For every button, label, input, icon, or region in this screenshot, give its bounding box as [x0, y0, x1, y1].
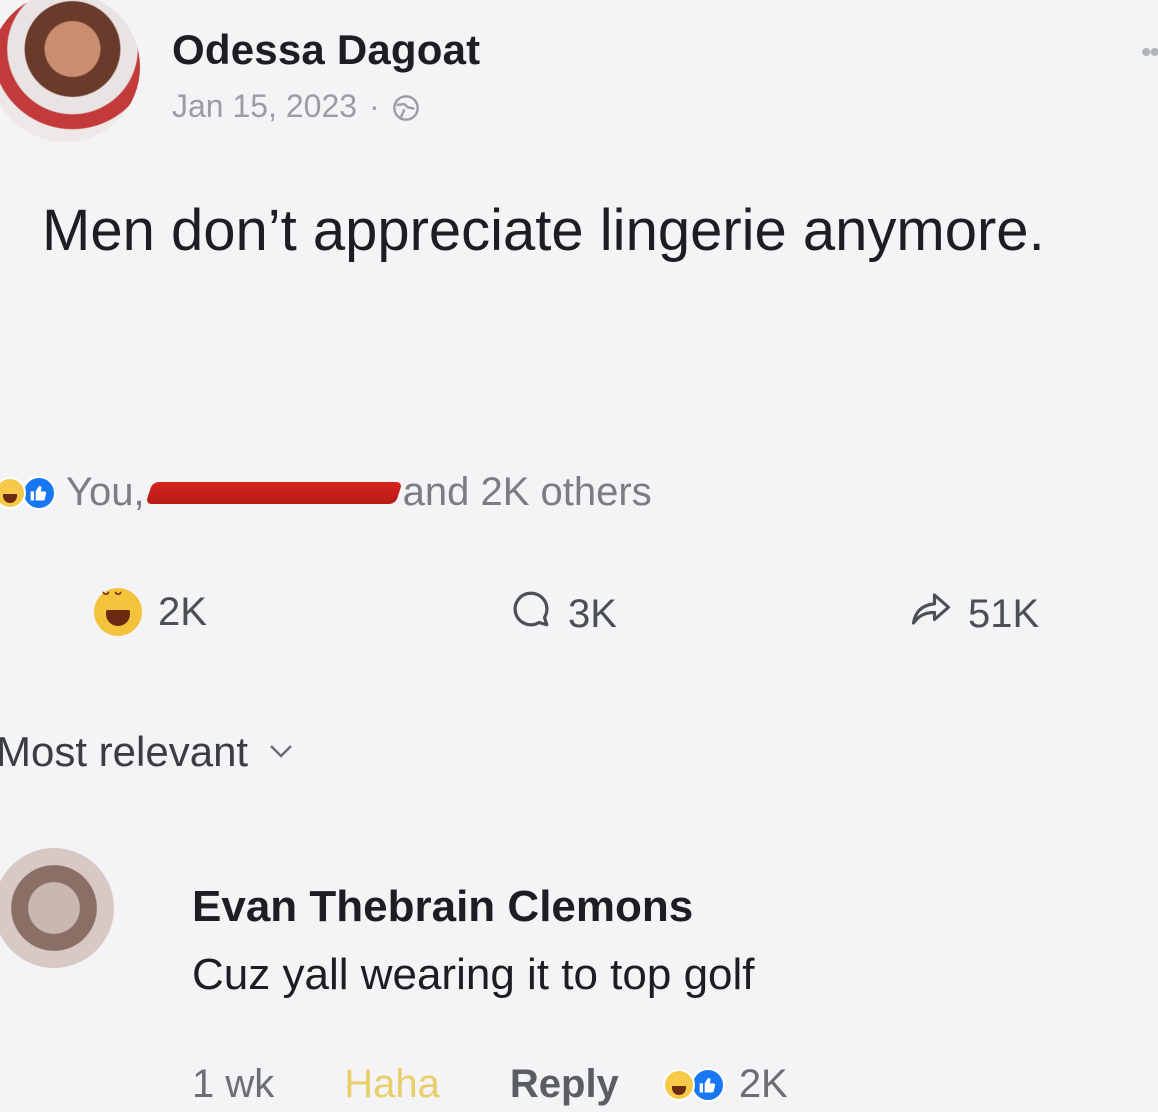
like-icon — [690, 1067, 725, 1102]
share-count-value: 51K — [968, 591, 1040, 636]
haha-reaction-button[interactable]: Haha — [344, 1062, 440, 1107]
comment-count[interactable]: 3K — [510, 588, 617, 640]
redaction-mark — [145, 481, 403, 504]
reply-button[interactable]: Reply — [510, 1062, 619, 1107]
reaction-prefix: You, — [66, 470, 145, 514]
post-meta: Jan 15, 2023 · — [172, 88, 420, 125]
reaction-summary[interactable]: You, and 2K others — [0, 470, 652, 515]
more-icon[interactable]: •• — [1141, 36, 1158, 70]
post-date[interactable]: Jan 15, 2023 — [172, 88, 357, 125]
commenter-name[interactable]: Evan Thebrain Clemons — [192, 882, 693, 932]
haha-icon — [0, 476, 26, 509]
comment-text: Cuz yall wearing it to top golf — [192, 950, 755, 999]
comment-icon — [510, 588, 552, 640]
author-avatar[interactable] — [0, 0, 140, 142]
globe-icon — [392, 93, 420, 121]
sort-label: Most relevant — [0, 728, 249, 775]
author-name[interactable]: Odessa Dagoat — [172, 26, 480, 74]
haha-icon — [94, 588, 142, 636]
haha-count-value: 2K — [158, 589, 207, 634]
share-icon — [910, 588, 952, 640]
comment-actions: 1 wk Haha Reply 2K — [192, 1062, 788, 1107]
commenter-avatar[interactable] — [0, 848, 114, 968]
haha-icon — [662, 1068, 695, 1101]
comment-reaction-count: 2K — [738, 1062, 788, 1106]
reaction-suffix: and 2K others — [402, 470, 652, 514]
post-text: Men don’t appreciate lingerie anymore. — [42, 198, 1045, 263]
comment-sort-dropdown[interactable]: Most relevant — [0, 728, 296, 776]
comment-count-value: 3K — [568, 591, 617, 636]
comment-reactions[interactable]: 2K — [662, 1062, 788, 1107]
chevron-down-icon — [266, 728, 296, 776]
comment-time[interactable]: 1 wk — [192, 1062, 274, 1107]
meta-separator: · — [369, 88, 380, 124]
share-count[interactable]: 51K — [910, 588, 1039, 640]
like-icon — [22, 475, 56, 510]
haha-count[interactable]: 2K — [94, 588, 207, 636]
